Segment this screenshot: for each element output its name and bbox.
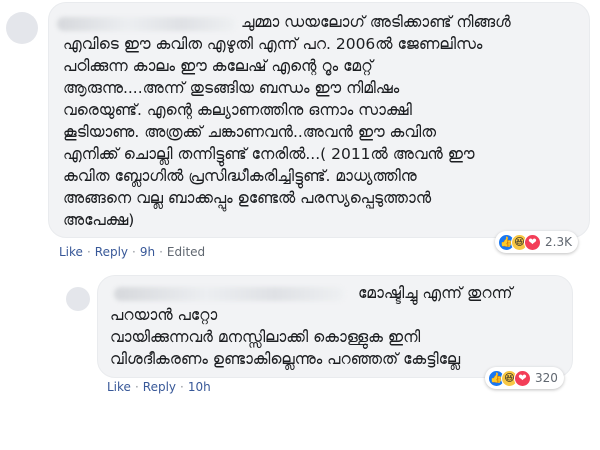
timestamp[interactable]: 10h [188, 380, 211, 394]
reply-reaction-summary[interactable]: 👍 😆 ❤ 320 [485, 367, 564, 389]
separator: · [159, 245, 163, 259]
comment-actions: Like · Reply · 9h · Edited [59, 245, 205, 259]
separator: · [134, 380, 139, 394]
reply-text: മോഷ്ടിച്ചു എന്ന് തുറന്ന് പറയാൻ പറ്റോ വായ… [110, 284, 513, 368]
timestamp[interactable]: 9h [140, 245, 155, 259]
separator: · [132, 245, 136, 259]
reply-commenter-avatar[interactable] [66, 287, 90, 311]
separator: · [180, 380, 184, 394]
reply-button[interactable]: Reply [95, 245, 128, 259]
reaction-summary[interactable]: 👍 😆 ❤ 2.3K [495, 231, 578, 253]
love-reaction-icon: ❤ [524, 233, 541, 251]
reaction-count: 2.3K [545, 235, 572, 249]
comment-bubble: ചുമ്മാ ഡയലോഗ് അടിക്കാണ്ട് നിങ്ങൾ എവിടെ ഈ… [48, 2, 590, 238]
separator: · [86, 245, 91, 259]
reply-actions: Like · Reply · 10h [107, 380, 211, 394]
reply-bubble: മോഷ്ടിച്ചു എന്ന് തുറന്ന് പറയാൻ പറ്റോ വായ… [97, 275, 573, 378]
love-reaction-icon: ❤ [514, 369, 531, 387]
like-button[interactable]: Like [59, 245, 83, 259]
reply-button[interactable]: Reply [143, 380, 176, 394]
reaction-count: 320 [535, 371, 558, 385]
edited-label[interactable]: Edited [167, 245, 205, 259]
like-button[interactable]: Like [107, 380, 131, 394]
commenter-avatar[interactable] [6, 12, 38, 44]
comment-text: ചുമ്മാ ഡയലോഗ് അടിക്കാണ്ട് നിങ്ങൾ എവിടെ ഈ… [63, 13, 511, 229]
